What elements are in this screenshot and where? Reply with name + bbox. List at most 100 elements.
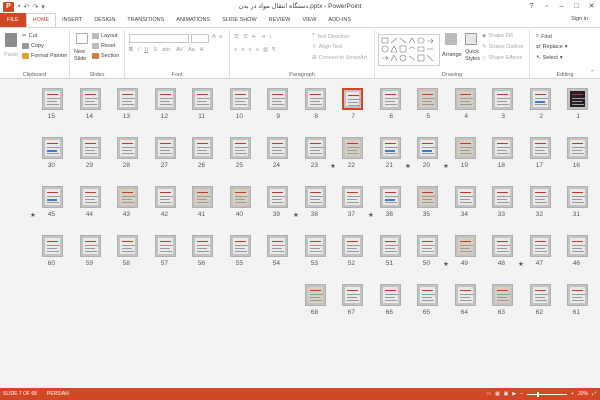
bold-icon[interactable]: B bbox=[129, 47, 133, 53]
slide-thumbnail[interactable] bbox=[192, 186, 213, 208]
paste-icon[interactable] bbox=[5, 33, 17, 47]
slide-thumbnail[interactable] bbox=[230, 88, 251, 110]
slide-sorter-view-icon[interactable]: ▦ bbox=[495, 391, 500, 397]
font-size-combo[interactable] bbox=[191, 34, 209, 43]
spacing-icon[interactable]: AV bbox=[176, 47, 183, 53]
slide-thumbnail[interactable] bbox=[567, 284, 588, 306]
tab-insert[interactable]: INSERT bbox=[56, 13, 88, 27]
tab-transitions[interactable]: TRANSITIONS bbox=[121, 13, 170, 27]
line-spacing-icon[interactable]: ↕ bbox=[269, 34, 272, 40]
slide-thumbnail[interactable] bbox=[42, 88, 63, 110]
slide-thumbnail[interactable] bbox=[267, 186, 288, 208]
slide-thumbnail[interactable] bbox=[155, 235, 176, 257]
align-right-icon[interactable]: ≡ bbox=[248, 47, 251, 53]
slide-thumbnail[interactable] bbox=[492, 235, 513, 257]
underline-icon[interactable]: U bbox=[145, 47, 149, 53]
shrink-font-icon[interactable]: a bbox=[219, 34, 222, 40]
format-painter-button[interactable]: Format Painter bbox=[22, 53, 67, 59]
rtl-icon[interactable]: ¶ bbox=[272, 47, 275, 53]
zoom-level[interactable]: 20% bbox=[578, 391, 588, 397]
save-icon[interactable]: ▪ bbox=[18, 3, 20, 10]
normal-view-icon[interactable]: ▭ bbox=[486, 391, 491, 397]
animation-star-icon[interactable]: ★ bbox=[443, 162, 449, 170]
animation-star-icon[interactable]: ★ bbox=[330, 162, 336, 170]
slide-thumbnail[interactable] bbox=[267, 235, 288, 257]
slide-thumbnail[interactable] bbox=[342, 88, 363, 110]
slide-thumbnail[interactable] bbox=[192, 88, 213, 110]
animation-star-icon[interactable]: ★ bbox=[30, 211, 36, 219]
decrease-indent-icon[interactable]: ⇤ bbox=[252, 34, 257, 40]
slide-thumbnail[interactable] bbox=[567, 88, 588, 110]
new-slide-button-line1[interactable]: New bbox=[74, 49, 85, 55]
slide-thumbnail[interactable] bbox=[492, 137, 513, 159]
convert-smartart-button[interactable]: ⊞ Convert to SmartArt bbox=[312, 55, 367, 61]
quick-styles-button-line1[interactable]: Quick bbox=[465, 49, 479, 55]
redo-icon[interactable]: ↷ bbox=[32, 3, 38, 11]
paste-button[interactable]: Paste bbox=[4, 52, 18, 58]
reading-view-icon[interactable]: ▣ bbox=[504, 391, 509, 397]
slide-thumbnail[interactable] bbox=[530, 186, 551, 208]
slide-thumbnail[interactable] bbox=[155, 137, 176, 159]
slide-thumbnail[interactable] bbox=[305, 284, 326, 306]
slide-thumbnail[interactable] bbox=[567, 137, 588, 159]
customize-icon[interactable]: ▾ bbox=[41, 3, 45, 11]
slide-thumbnail[interactable] bbox=[230, 235, 251, 257]
slide-thumbnail[interactable] bbox=[117, 235, 138, 257]
tab-add-ins[interactable]: ADD-INS bbox=[322, 13, 357, 27]
select-button[interactable]: ↖ Select ▾ bbox=[536, 55, 563, 61]
section-button[interactable]: Section bbox=[92, 53, 119, 59]
tab-review[interactable]: REVIEW bbox=[263, 13, 297, 27]
slide-thumbnail[interactable] bbox=[417, 186, 438, 208]
shape-effects-button[interactable]: ◇ Shape Effects bbox=[482, 55, 522, 61]
quick-styles-button-line2[interactable]: Styles bbox=[465, 56, 480, 62]
slide-thumbnail[interactable] bbox=[380, 137, 401, 159]
layout-button[interactable]: Layout bbox=[92, 33, 118, 39]
animation-star-icon[interactable]: ★ bbox=[518, 260, 524, 268]
replace-button[interactable]: ⇄ Replace ▾ bbox=[536, 44, 568, 50]
slide-thumbnail[interactable] bbox=[42, 186, 63, 208]
slide-thumbnail[interactable] bbox=[305, 137, 326, 159]
slide-thumbnail[interactable] bbox=[305, 235, 326, 257]
tab-file[interactable]: FILE bbox=[0, 13, 26, 27]
tab-view[interactable]: VIEW bbox=[296, 13, 322, 27]
slide-thumbnail[interactable] bbox=[380, 88, 401, 110]
slide-thumbnail[interactable] bbox=[117, 186, 138, 208]
slide-thumbnail[interactable] bbox=[455, 284, 476, 306]
slide-thumbnail[interactable] bbox=[155, 186, 176, 208]
copy-button[interactable]: Copy bbox=[22, 43, 44, 49]
align-center-icon[interactable]: ≡ bbox=[241, 47, 244, 53]
grow-font-icon[interactable]: A bbox=[212, 34, 216, 40]
cut-button[interactable]: ✂ Cut bbox=[22, 33, 37, 39]
slide-thumbnail[interactable] bbox=[530, 137, 551, 159]
slide-thumbnail[interactable] bbox=[455, 88, 476, 110]
arrange-icon[interactable] bbox=[445, 33, 457, 45]
slide-thumbnail[interactable] bbox=[267, 137, 288, 159]
slide-thumbnail[interactable] bbox=[117, 88, 138, 110]
slide-thumbnail[interactable] bbox=[380, 284, 401, 306]
collapse-ribbon-icon[interactable]: ⌃ bbox=[590, 70, 595, 76]
tab-slide-show[interactable]: SLIDE SHOW bbox=[216, 13, 263, 27]
slide-thumbnail[interactable] bbox=[530, 235, 551, 257]
slide-thumbnail[interactable] bbox=[192, 235, 213, 257]
slide-thumbnail[interactable] bbox=[567, 235, 588, 257]
align-left-icon[interactable]: ≡ bbox=[234, 47, 237, 53]
slide-thumbnail[interactable] bbox=[80, 186, 101, 208]
slide-thumbnail[interactable] bbox=[492, 284, 513, 306]
slide-thumbnail[interactable] bbox=[342, 137, 363, 159]
slide-thumbnail[interactable] bbox=[305, 88, 326, 110]
columns-icon[interactable]: ▥ bbox=[263, 47, 268, 53]
zoom-out-icon[interactable]: – bbox=[520, 391, 523, 397]
close-icon[interactable]: ✕ bbox=[585, 0, 598, 12]
animation-star-icon[interactable]: ★ bbox=[443, 260, 449, 268]
powerpoint-app-icon[interactable]: P bbox=[3, 1, 14, 12]
text-direction-button[interactable]: ⤒ Text Direction bbox=[312, 33, 350, 40]
slide-thumbnail[interactable] bbox=[80, 88, 101, 110]
quick-styles-icon[interactable] bbox=[465, 33, 477, 45]
animation-star-icon[interactable]: ★ bbox=[405, 162, 411, 170]
ribbon-display-icon[interactable]: ▫ bbox=[540, 0, 553, 12]
undo-icon[interactable]: ↶ bbox=[23, 3, 29, 11]
arrange-button[interactable]: Arrange bbox=[442, 52, 462, 58]
slide-thumbnail[interactable] bbox=[380, 235, 401, 257]
tab-design[interactable]: DESIGN bbox=[88, 13, 121, 27]
new-slide-icon[interactable] bbox=[76, 33, 88, 44]
